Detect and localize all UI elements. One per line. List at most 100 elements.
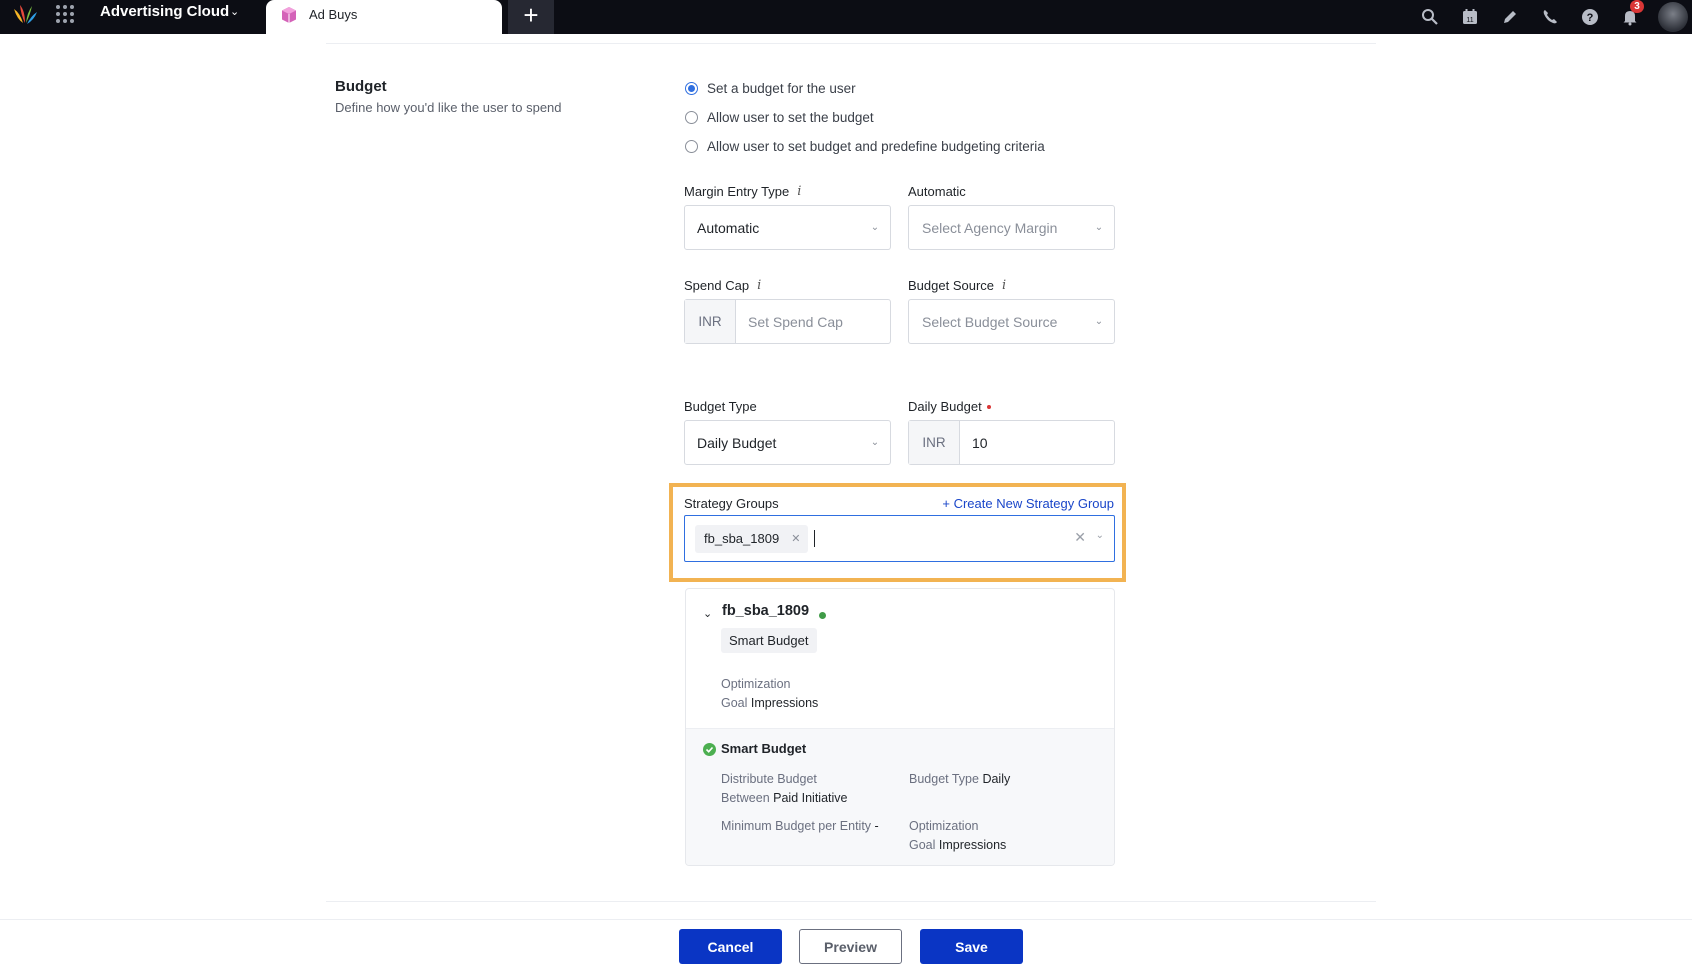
card-header: ⌄ fb_sba_1809 Smart Budget Optimization … xyxy=(686,589,1114,729)
currency-prefix: INR xyxy=(685,300,736,343)
kv-key: Goal xyxy=(721,696,748,710)
collapse-chevron-icon[interactable]: ⌄ xyxy=(703,607,712,620)
smart-budget-panel: Smart Budget Distribute Budget Between P… xyxy=(686,729,1114,865)
chevron-down-icon[interactable]: ⌄ xyxy=(1096,530,1104,541)
calendar-icon[interactable]: 11 xyxy=(1450,0,1490,34)
bell-icon[interactable]: 3 xyxy=(1610,0,1650,34)
group-name: fb_sba_1809 xyxy=(722,603,810,619)
radio-allow-user-budget-criteria[interactable]: Allow user to set budget and predefine b… xyxy=(685,139,1045,154)
agency-margin-select[interactable]: Select Agency Margin ⌄ xyxy=(908,205,1115,250)
chevron-down-icon: ⌄ xyxy=(870,222,880,233)
budget-type-select[interactable]: Daily Budget ⌄ xyxy=(684,420,891,465)
radio-button[interactable] xyxy=(685,140,698,153)
currency-prefix: INR xyxy=(909,421,960,464)
daily-budget-label: Daily Budget xyxy=(908,399,991,414)
budget-type-label: Budget Type xyxy=(684,399,757,414)
tab-ad-buys[interactable]: Ad Buys xyxy=(266,0,502,34)
radio-label: Set a budget for the user xyxy=(707,81,856,96)
strategy-groups-multiselect[interactable]: fb_sba_1809 ✕ ✕ ⌄ xyxy=(684,515,1115,562)
radio-label: Allow user to set the budget xyxy=(707,110,874,125)
radio-set-budget[interactable]: Set a budget for the user xyxy=(685,81,856,96)
user-avatar[interactable] xyxy=(1658,2,1688,32)
preview-button[interactable]: Preview xyxy=(799,929,902,964)
chevron-down-icon[interactable]: ⌄ xyxy=(230,5,239,18)
group-type-tag: Smart Budget xyxy=(721,628,817,653)
kv-value: Daily xyxy=(982,772,1011,786)
label-text: Margin Entry Type xyxy=(684,184,790,199)
chip-label: fb_sba_1809 xyxy=(704,531,780,546)
kv-key: Minimum Budget per Entity xyxy=(721,819,872,833)
info-icon[interactable]: i xyxy=(1002,278,1006,293)
pencil-icon[interactable] xyxy=(1490,0,1530,34)
selected-chip: fb_sba_1809 ✕ xyxy=(695,524,809,553)
divider xyxy=(0,919,1692,920)
select-value: Daily Budget xyxy=(697,434,777,451)
app-launcher-icon[interactable] xyxy=(56,5,74,23)
text-cursor xyxy=(814,530,816,547)
strategy-group-card: ⌄ fb_sba_1809 Smart Budget Optimization … xyxy=(685,588,1115,866)
divider xyxy=(326,901,1376,902)
daily-budget-field[interactable]: INR xyxy=(908,420,1115,465)
required-indicator xyxy=(986,404,991,409)
label-text: Budget Type xyxy=(684,399,757,414)
kv-key: Between xyxy=(721,791,770,805)
budget-source-select[interactable]: Select Budget Source ⌄ xyxy=(908,299,1115,344)
radio-button-checked[interactable] xyxy=(685,82,698,95)
radio-label: Allow user to set budget and predefine b… xyxy=(707,139,1045,154)
margin-entry-type-label: Margin Entry Type i xyxy=(684,184,801,199)
info-icon[interactable]: i xyxy=(757,278,761,293)
divider xyxy=(326,43,1376,44)
clear-icon[interactable]: ✕ xyxy=(1074,529,1086,546)
kv-key: Goal xyxy=(909,838,936,852)
budget-source-label: Budget Source i xyxy=(908,278,1006,293)
kv-key: Optimization xyxy=(721,677,791,691)
kv-value: Paid Initiative xyxy=(773,791,848,805)
section-description: Define how you'd like the user to spend xyxy=(335,100,562,115)
new-tab-button[interactable]: + xyxy=(508,0,554,34)
distribute-budget: Distribute Budget Between Paid Initiativ… xyxy=(721,770,848,808)
agency-margin-label: Automatic xyxy=(908,184,966,199)
help-icon[interactable]: ? xyxy=(1570,0,1610,34)
radio-button[interactable] xyxy=(685,111,698,124)
app-title[interactable]: Advertising Cloud xyxy=(100,3,229,20)
tab-label: Ad Buys xyxy=(309,7,358,22)
check-circle-icon xyxy=(703,743,716,756)
label-text: Budget Source xyxy=(908,278,995,293)
spend-cap-input[interactable] xyxy=(736,313,876,330)
top-navigation-bar: Advertising Cloud ⌄ Ad Buys + 11 ? 3 xyxy=(0,0,1692,34)
minimum-budget-per-entity: Minimum Budget per Entity - xyxy=(721,817,879,836)
top-actions: 11 ? 3 xyxy=(1410,0,1692,34)
chevron-down-icon: ⌄ xyxy=(870,437,880,448)
remove-chip-icon[interactable]: ✕ xyxy=(791,532,800,545)
select-placeholder: Select Agency Margin xyxy=(922,219,1058,236)
save-button[interactable]: Save xyxy=(920,929,1023,964)
chevron-down-icon: ⌄ xyxy=(1094,222,1104,233)
create-strategy-group-link[interactable]: + Create New Strategy Group xyxy=(942,496,1114,511)
smart-budget-title: Smart Budget xyxy=(721,741,807,756)
brand-logo[interactable] xyxy=(10,3,40,29)
cancel-button[interactable]: Cancel xyxy=(679,929,782,964)
label-text: Spend Cap xyxy=(684,278,750,293)
margin-entry-type-select[interactable]: Automatic ⌄ xyxy=(684,205,891,250)
phone-icon[interactable] xyxy=(1530,0,1570,34)
select-placeholder: Select Budget Source xyxy=(922,313,1058,330)
notification-badge: 3 xyxy=(1630,0,1644,13)
label-text: Automatic xyxy=(908,184,966,199)
strategy-groups-label: Strategy Groups xyxy=(684,496,779,511)
label-text: Daily Budget xyxy=(908,399,982,414)
radio-allow-user-budget[interactable]: Allow user to set the budget xyxy=(685,110,874,125)
search-icon[interactable] xyxy=(1410,0,1450,34)
select-value: Automatic xyxy=(697,219,760,236)
kv-value: - xyxy=(874,819,879,833)
calendar-day: 11 xyxy=(1466,17,1473,24)
kv-key: Budget Type xyxy=(909,772,979,786)
kv-value: Impressions xyxy=(750,696,819,710)
kv-key: Optimization xyxy=(909,819,979,833)
status-dot xyxy=(819,612,826,619)
smart-budget-optimization-goal: Optimization Goal Impressions xyxy=(909,817,1006,855)
kv-key: Distribute Budget xyxy=(721,772,817,786)
section-title: Budget xyxy=(335,78,387,95)
daily-budget-input[interactable] xyxy=(960,434,1100,451)
spend-cap-field[interactable]: INR xyxy=(684,299,891,344)
info-icon[interactable]: i xyxy=(797,184,801,199)
